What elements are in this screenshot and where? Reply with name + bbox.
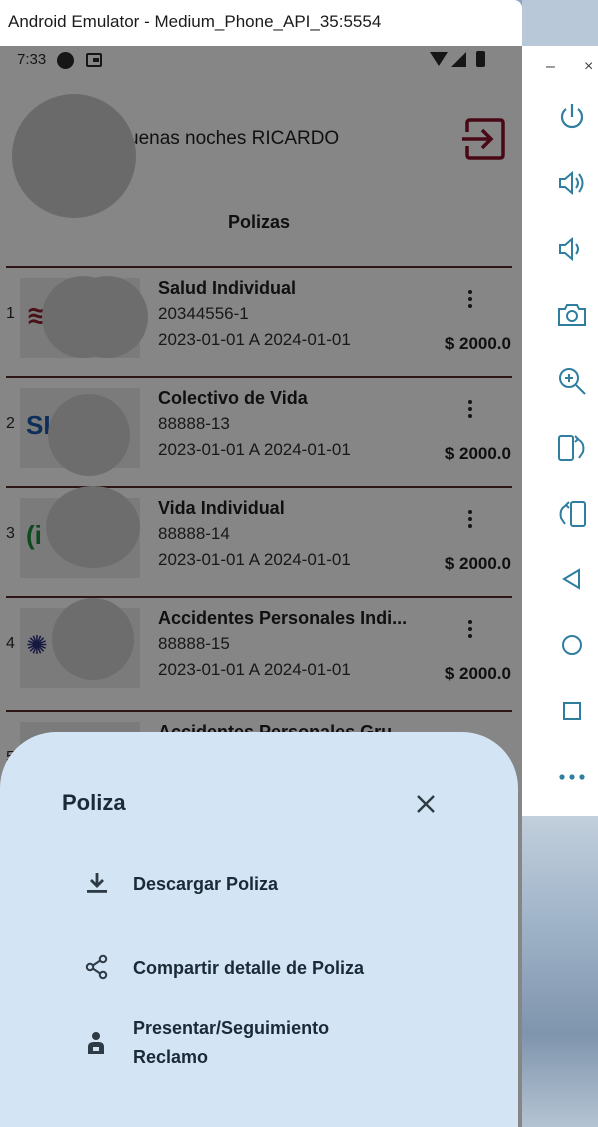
close-window-button[interactable]: ×: [584, 58, 593, 76]
camera-icon[interactable]: [555, 298, 589, 332]
close-icon[interactable]: [414, 792, 438, 816]
share-policy-action[interactable]: Compartir detalle de Poliza: [84, 954, 484, 984]
home-icon[interactable]: [555, 628, 589, 662]
window-title: Android Emulator - Medium_Phone_API_35:5…: [8, 12, 382, 31]
claim-label: Presentar/Seguimiento Reclamo: [133, 1018, 330, 1067]
download-policy-label: Descargar Poliza: [133, 874, 279, 894]
overview-icon[interactable]: [555, 694, 589, 728]
emulator-side-toolbar: – ×: [522, 46, 598, 816]
power-icon[interactable]: [555, 100, 589, 134]
sheet-title: Poliza: [62, 790, 126, 815]
policy-actions-sheet: Poliza Descargar Poliza Compartir detall…: [0, 732, 518, 1127]
claim-action[interactable]: Presentar/Seguimiento Reclamo: [84, 1014, 484, 1076]
download-icon: [87, 873, 107, 893]
volume-up-icon[interactable]: [555, 166, 589, 200]
share-policy-label: Compartir detalle de Poliza: [133, 958, 365, 978]
download-policy-action[interactable]: Descargar Poliza: [84, 870, 484, 900]
back-icon[interactable]: [555, 562, 589, 596]
claim-person-icon: [88, 1032, 104, 1054]
more-options-icon[interactable]: [555, 760, 589, 794]
desktop-strip-bottom: [522, 816, 598, 1127]
desktop-strip-top: [522, 0, 598, 46]
volume-down-icon[interactable]: [555, 232, 589, 266]
rotate-left-icon[interactable]: [555, 496, 589, 530]
zoom-icon[interactable]: [555, 364, 589, 398]
emulator-title-bar[interactable]: Android Emulator - Medium_Phone_API_35:5…: [0, 0, 522, 46]
minimize-button[interactable]: –: [546, 58, 555, 76]
rotate-right-icon[interactable]: [555, 430, 589, 464]
share-icon: [85, 954, 108, 980]
